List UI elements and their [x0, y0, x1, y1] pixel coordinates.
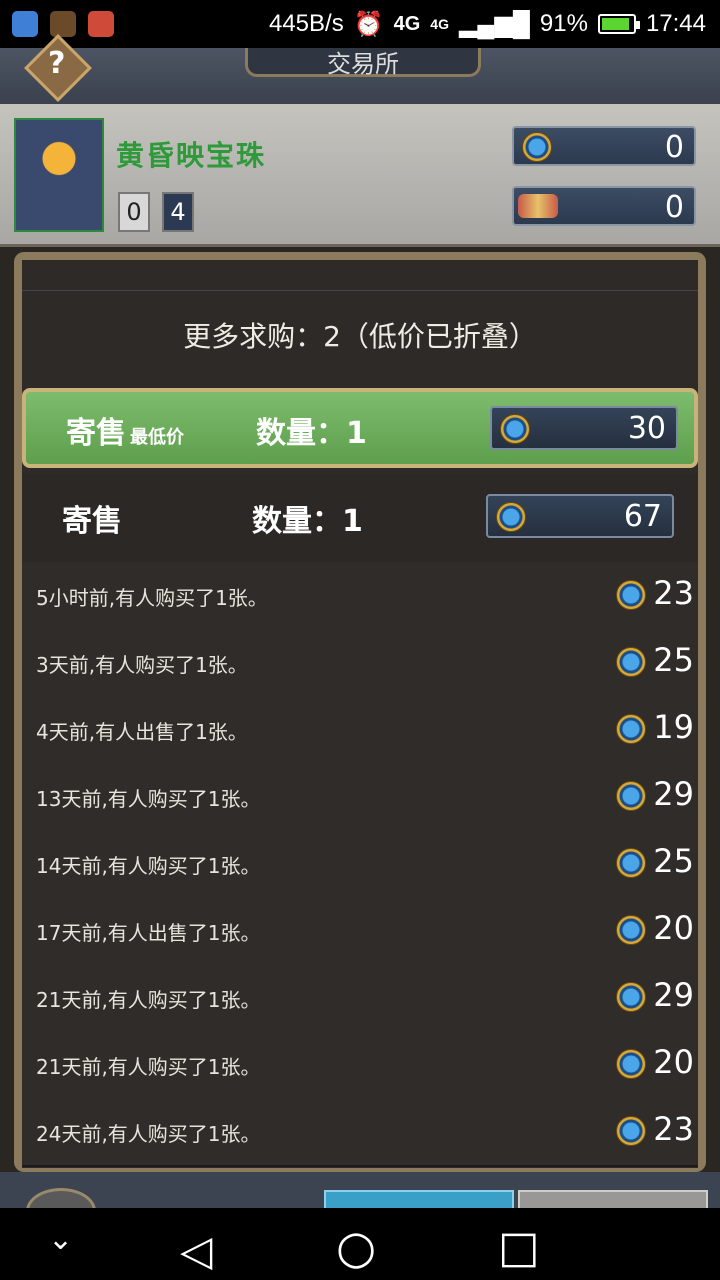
history-text: 21天前,有人购买了1张。: [36, 1055, 261, 1079]
history-price: 29: [653, 775, 694, 813]
history-price: 23: [653, 1110, 694, 1148]
gold-coin-icon: [616, 1116, 646, 1146]
offer-type: 寄售: [66, 416, 126, 451]
dust-balance-value: 0: [664, 190, 684, 225]
card-art-image[interactable]: [14, 118, 104, 232]
history-row: 24天前,有人购买了1张。 23: [22, 1098, 698, 1167]
gold-coin-icon: [616, 580, 646, 610]
alarm-icon: ⏰: [353, 10, 384, 38]
market-panel: 更多求购：2（低价已折叠） 寄售 最低价 数量：1 30 寄售 数量：1 67 5…: [14, 252, 706, 1172]
history-price: 25: [653, 842, 694, 880]
history-row: 5小时前,有人购买了1张。 23: [22, 562, 698, 631]
history-text: 17天前,有人出售了1张。: [36, 921, 261, 945]
dust-balance: 0: [512, 186, 696, 226]
offer-row-lowest[interactable]: 寄售 最低价 数量：1 30: [22, 388, 698, 468]
recent-apps-icon[interactable]: □: [498, 1222, 540, 1273]
offer-type: 寄售: [62, 504, 122, 539]
offer-price-value: 30: [627, 411, 666, 446]
gold-coin-icon: [616, 915, 646, 945]
gold-coin-icon: [616, 848, 646, 878]
gold-balance: 0: [512, 126, 696, 166]
history-text: 21天前,有人购买了1张。: [36, 988, 261, 1012]
gold-coin-icon: [496, 502, 526, 532]
offer-price: 67: [486, 494, 674, 538]
back-icon[interactable]: ◁: [180, 1226, 212, 1275]
card-name: 黄昏映宝珠: [116, 139, 267, 172]
net-speed: 445B/s: [268, 10, 344, 37]
market-list[interactable]: 更多求购：2（低价已折叠） 寄售 最低价 数量：1 30 寄售 数量：1 67 5…: [22, 260, 698, 1168]
offer-label: 寄售 最低价: [66, 408, 184, 452]
gold-coin-icon: [500, 414, 530, 444]
history-row: 4天前,有人出售了1张。 19: [22, 696, 698, 765]
battery-icon: [597, 14, 640, 34]
gold-coin-icon: [616, 1049, 646, 1079]
history-text: 5小时前,有人购买了1张。: [36, 586, 268, 610]
page-title: 交易所: [327, 50, 399, 78]
navigation-bar: ⌄ ◁ ○ □: [0, 1208, 720, 1280]
hearthstone-notification-icon: [50, 11, 76, 37]
battery-percent: 91%: [539, 10, 588, 37]
offer-quantity: 数量：1: [256, 416, 367, 451]
history-text: 13天前,有人购买了1张。: [36, 787, 261, 811]
signal-label: 4G: [393, 12, 421, 35]
title-plate: 交易所: [245, 48, 481, 78]
history-text: 3天前,有人购买了1张。: [36, 653, 248, 677]
history-text: 24天前,有人购买了1张。: [36, 1122, 261, 1146]
gold-coin-icon: [616, 982, 646, 1012]
app-notification-icon: [88, 11, 114, 37]
history-price: 19: [653, 708, 694, 746]
history-row: 17天前,有人出售了1张。 20: [22, 897, 698, 966]
app-notification-icon: [12, 11, 38, 37]
dust-icon: [518, 194, 558, 218]
home-icon[interactable]: ○: [336, 1220, 376, 1274]
offer-quantity: 数量：1: [252, 504, 363, 539]
signal-bars-icon: ▂▄▆█: [458, 10, 530, 38]
history-price: 25: [653, 641, 694, 679]
owned-normal-count: 0: [118, 192, 150, 232]
history-text: 14天前,有人购买了1张。: [36, 854, 261, 878]
more-buy-orders[interactable]: 更多求购：2（低价已折叠）: [22, 290, 698, 380]
help-button-label[interactable]: ?: [48, 46, 65, 81]
clock: 17:44: [645, 10, 706, 37]
history-row: 14天前,有人购买了1张。 25: [22, 830, 698, 899]
history-row: 3天前,有人购买了1张。 25: [22, 629, 698, 698]
history-row: 21天前,有人购买了1张。 20: [22, 1031, 698, 1100]
gold-coin-icon: [522, 132, 552, 162]
history-price: 20: [653, 1043, 694, 1081]
history-row: 13天前,有人购买了1张。 29: [22, 763, 698, 832]
gold-coin-icon: [616, 714, 646, 744]
bottom-action-bar: [0, 1172, 720, 1234]
history-price: 20: [653, 909, 694, 947]
history-text: 4天前,有人出售了1张。: [36, 720, 248, 744]
owned-golden-count: 4: [162, 192, 194, 232]
gold-balance-value: 0: [664, 130, 684, 165]
history-row: 21天前,有人购买了1张。 29: [22, 964, 698, 1033]
history-price: 23: [653, 574, 694, 612]
clipped-row: [22, 260, 698, 291]
offer-row[interactable]: 寄售 数量：1 67: [22, 474, 698, 564]
offer-price-value: 67: [623, 499, 662, 534]
hide-keyboard-icon[interactable]: ⌄: [48, 1222, 73, 1257]
offer-price: 30: [490, 406, 678, 450]
history-price: 29: [653, 976, 694, 1014]
gold-coin-icon: [616, 647, 646, 677]
lowest-price-tag: 最低价: [130, 427, 184, 448]
status-bar: 445B/s ⏰ 4G 4G ▂▄▆█ 91% 17:44: [0, 0, 720, 48]
battery-fill: [601, 18, 630, 30]
signal-label-2: 4G: [430, 16, 449, 32]
gold-coin-icon: [616, 781, 646, 811]
